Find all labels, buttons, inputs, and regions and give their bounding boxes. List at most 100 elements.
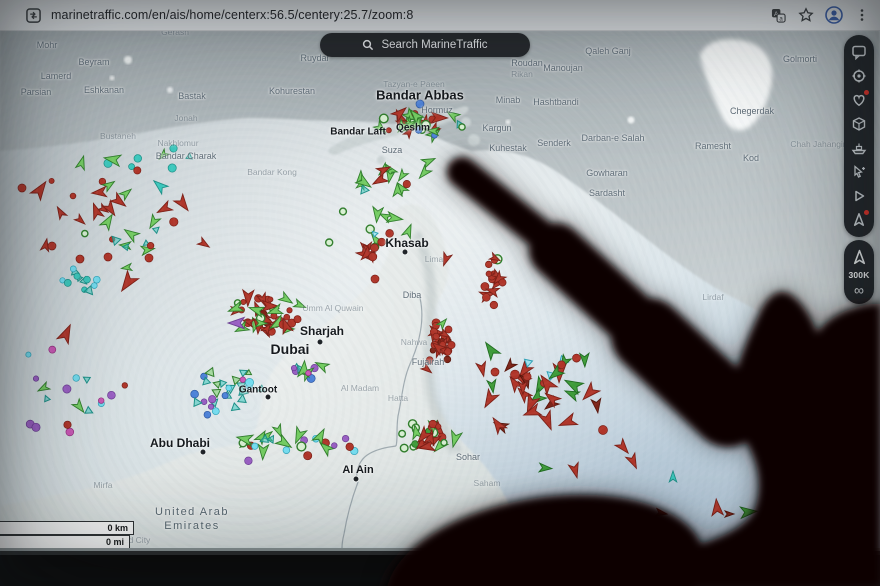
vessel-marker[interactable] <box>422 121 431 130</box>
vessel-marker[interactable] <box>245 378 253 386</box>
vessel-marker[interactable] <box>228 317 244 328</box>
vessel-marker[interactable] <box>346 443 354 451</box>
vessel-marker[interactable] <box>245 457 253 465</box>
vessel-marker[interactable] <box>70 193 76 199</box>
url-field[interactable]: marinetraffic.com/en/ais/home/centerx:56… <box>51 8 413 22</box>
vessel-marker[interactable] <box>378 238 386 246</box>
vessel-marker[interactable] <box>204 411 211 418</box>
vessel-marker[interactable] <box>64 279 71 286</box>
vessel-marker[interactable] <box>416 100 424 108</box>
vessel-marker[interactable] <box>209 396 216 403</box>
vessel-marker[interactable] <box>232 403 242 413</box>
vessel-marker[interactable] <box>57 322 76 344</box>
vessel-marker[interactable] <box>119 186 133 200</box>
vessel-marker[interactable] <box>108 391 116 399</box>
vessel-marker[interactable] <box>448 431 462 449</box>
vessel-marker[interactable] <box>459 124 465 130</box>
vessel-marker[interactable] <box>191 390 199 398</box>
vessel-marker[interactable] <box>287 308 292 313</box>
vessel-marker[interactable] <box>656 509 668 518</box>
vessel-marker[interactable] <box>134 167 141 174</box>
vessel-marker[interactable] <box>212 408 219 415</box>
vessel-marker[interactable] <box>558 361 566 369</box>
vessel-marker[interactable] <box>371 275 379 283</box>
vessel-marker[interactable] <box>129 164 135 170</box>
vessel-marker[interactable] <box>85 407 94 417</box>
vessel-marker[interactable] <box>626 453 641 470</box>
vessel-marker[interactable] <box>371 244 379 252</box>
vessel-marker[interactable] <box>386 230 394 238</box>
vessel-marker[interactable] <box>416 165 432 181</box>
vessel-marker[interactable] <box>145 254 153 262</box>
vessel-marker[interactable] <box>122 225 140 242</box>
vessel-marker[interactable] <box>116 271 138 295</box>
map-canvas[interactable]: MohrBeyramLamerdParsianEshkananBastakJon… <box>0 30 880 548</box>
vessel-marker[interactable] <box>725 511 734 517</box>
vessel-marker[interactable] <box>580 353 590 367</box>
vessel-marker[interactable] <box>279 292 295 307</box>
vessel-marker[interactable] <box>306 370 311 375</box>
vessel-marker[interactable] <box>82 231 88 237</box>
vessel-marker[interactable] <box>240 377 246 383</box>
vessel-marker[interactable] <box>283 447 290 454</box>
vessel-marker[interactable] <box>415 127 422 134</box>
browser-menu-icon[interactable] <box>852 5 872 25</box>
vessel-marker[interactable] <box>63 385 71 393</box>
vessel-marker[interactable] <box>523 373 531 381</box>
vessel-marker[interactable] <box>539 463 552 473</box>
vessel-marker[interactable] <box>369 253 377 261</box>
vessel-marker[interactable] <box>74 273 80 279</box>
vessel-marker[interactable] <box>201 399 207 405</box>
profile-avatar-icon[interactable] <box>824 5 844 25</box>
tool-community-button[interactable] <box>847 64 871 88</box>
tool-my-vessel-button[interactable] <box>847 208 871 232</box>
vessel-marker[interactable] <box>49 178 54 183</box>
vessel-marker[interactable] <box>436 424 441 429</box>
vessel-marker[interactable] <box>122 383 128 389</box>
vessel-marker[interactable] <box>400 444 408 452</box>
vessel-marker[interactable] <box>93 276 100 283</box>
vessel-marker[interactable] <box>82 374 91 383</box>
vessel-marker[interactable] <box>174 194 193 214</box>
vessel-marker[interactable] <box>73 375 80 382</box>
vessel-marker[interactable] <box>340 208 347 215</box>
vessel-marker[interactable] <box>170 145 177 152</box>
bookmark-star-icon[interactable] <box>796 5 816 25</box>
infinity-button[interactable]: ∞ <box>854 283 864 297</box>
vessel-marker[interactable] <box>426 357 433 364</box>
vessel-marker[interactable] <box>711 499 724 516</box>
vessel-marker[interactable] <box>121 264 132 272</box>
vessel-marker[interactable] <box>257 444 268 460</box>
vessel-marker[interactable] <box>486 271 492 277</box>
vessel-marker[interactable] <box>155 201 173 217</box>
vessel-marker[interactable] <box>284 314 290 320</box>
tool-favorites-button[interactable] <box>847 88 871 112</box>
vessel-marker[interactable] <box>342 435 349 442</box>
vessel-marker[interactable] <box>399 430 406 437</box>
vessel-marker[interactable] <box>387 212 404 225</box>
vessel-marker[interactable] <box>43 394 51 401</box>
vessel-marker[interactable] <box>482 294 490 302</box>
vessel-marker[interactable] <box>380 114 389 123</box>
vessel-marker[interactable] <box>599 426 608 435</box>
vessel-marker[interactable] <box>490 301 498 309</box>
vessel-marker[interactable] <box>252 443 258 449</box>
vessel-marker[interactable] <box>18 184 26 192</box>
vessel-marker[interactable] <box>491 368 499 376</box>
vessel-marker[interactable] <box>134 155 142 163</box>
vessel-marker[interactable] <box>374 121 389 136</box>
vessel-marker[interactable] <box>740 506 757 519</box>
vessel-marker[interactable] <box>104 253 112 261</box>
vessel-marker[interactable] <box>291 365 296 370</box>
vessel-marker[interactable] <box>64 421 71 428</box>
vessel-marker[interactable] <box>444 356 451 363</box>
vessel-marker[interactable] <box>421 154 437 168</box>
vessel-marker[interactable] <box>74 214 87 226</box>
vessel-marker[interactable] <box>157 149 170 162</box>
tool-measure-button[interactable] <box>847 160 871 184</box>
vessel-marker[interactable] <box>579 382 600 403</box>
vessel-marker[interactable] <box>208 404 213 409</box>
vessel-marker[interactable] <box>153 225 161 233</box>
vessel-marker[interactable] <box>294 316 301 323</box>
vessel-marker[interactable] <box>402 223 415 239</box>
